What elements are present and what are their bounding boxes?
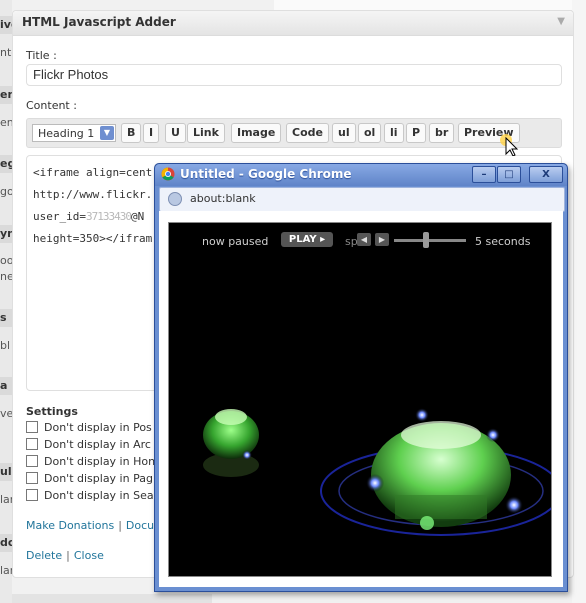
ul-button[interactable]: ul [332,123,356,143]
bold-button[interactable]: B [121,123,142,143]
title-input[interactable]: Flickr Photos [26,64,562,86]
format-select-value: Heading 1 [38,127,95,140]
sidebar-item: oo [0,254,12,267]
speed-slider[interactable] [394,239,466,242]
cursor-icon [500,134,519,156]
chrome-titlebar[interactable]: Untitled - Google Chrome – □ X [155,164,567,186]
sidebar-item: en [0,116,12,129]
sidebar-item[interactable]: yn [0,225,12,243]
option-label: Don't display in Arc [44,438,151,451]
settings-option[interactable]: Don't display in Pos [26,421,152,434]
editor-toolbar: Heading 1 ▼ B I U Link Image Code ul ol … [26,118,562,148]
code-button[interactable]: Code [286,123,329,143]
title-label: Title : [26,49,57,62]
chrome-window: Untitled - Google Chrome – □ X about:bla… [154,163,568,592]
widget-title: HTML Javascript Adder [22,15,176,29]
code-line-tail: @N [130,210,145,223]
chevron-down-icon[interactable]: ▼ [100,126,114,140]
slideshow-photo [169,255,551,576]
checkbox[interactable] [26,472,38,484]
code-line: http://www.flickr. [33,188,153,201]
settings-option[interactable]: Don't display in Hon [26,455,155,468]
next-icon[interactable]: ▶ [375,233,389,246]
content-label: Content : [26,99,77,112]
underline-button[interactable]: U [165,123,186,143]
sidebar-item: nte [0,46,12,59]
address-bar[interactable]: about:blank [159,187,565,212]
close-button[interactable]: X [529,166,563,183]
image-button[interactable]: Image [231,123,282,143]
sidebar-item: bl [0,339,11,352]
italic-button[interactable]: I [143,123,160,143]
widget-header[interactable]: HTML Javascript Adder ▼ [13,11,573,36]
settings-option[interactable]: Don't display in Sea [26,489,154,502]
delete-link[interactable]: Delete [26,549,62,562]
settings-option[interactable]: Don't display in Arc [26,438,151,451]
code-line-text: user_id= [33,210,86,223]
speed-slider-handle[interactable] [423,232,430,248]
option-label: Don't display in Pag [44,472,153,485]
sidebar-item[interactable]: ene [0,86,12,104]
option-label: Don't display in Sea [44,489,154,502]
interval-label: 5 seconds [475,235,531,248]
sidebar-item: ne [0,270,12,283]
li-button[interactable]: li [384,123,404,143]
link-button[interactable]: Link [187,123,225,143]
docs-link[interactable]: Docu [126,519,154,532]
chrome-logo-icon [161,167,175,181]
sidebar-item: lar [0,564,12,577]
checkbox[interactable] [26,455,38,467]
settings-title: Settings [26,405,78,418]
chrome-title: Untitled - Google Chrome [180,167,352,181]
sidebar-item: go [0,185,12,198]
option-label: Don't display in Pos [44,421,152,434]
sidebar-item: ve [0,407,12,420]
code-line: <iframe align=cent [33,166,153,179]
actions-row: Delete | Close [26,549,104,562]
player-status: now paused [202,235,269,248]
maximize-button[interactable]: □ [497,166,521,183]
chevron-down-icon[interactable]: ▼ [557,16,565,27]
background-strip-bottom [0,594,212,603]
close-link[interactable]: Close [74,549,104,562]
sidebar-item[interactable]: eg [0,155,12,173]
settings-option[interactable]: Don't display in Pag [26,472,153,485]
sidebar-item[interactable]: s [0,309,12,327]
globe-icon [168,192,182,206]
url-text: about:blank [190,192,256,205]
links-row: Make Donations | Docu [26,519,154,532]
minimize-button[interactable]: – [472,166,496,183]
flickr-slideshow: now paused PLAY ▸ spe ◀ ▶ 5 seconds [168,222,552,577]
separator: | [66,549,70,562]
code-line: height=350></ifram [33,232,153,245]
prev-icon[interactable]: ◀ [357,233,371,246]
checkbox[interactable] [26,421,38,433]
checkbox[interactable] [26,438,38,450]
paragraph-button[interactable]: P [406,123,427,143]
sidebar-item: lar [0,493,12,506]
play-button[interactable]: PLAY ▸ [281,232,333,247]
background-strip-right [572,0,586,603]
sidebar-item[interactable]: do [0,534,12,552]
chrome-content: now paused PLAY ▸ spe ◀ ▶ 5 seconds [159,211,563,587]
sidebar-item[interactable]: ula [0,463,12,481]
option-label: Don't display in Hon [44,455,156,468]
sidebar-item[interactable]: a [0,377,12,395]
code-line: user_id=37133430@N [33,210,144,223]
donations-link[interactable]: Make Donations [26,519,114,532]
ol-button[interactable]: ol [358,123,382,143]
br-button[interactable]: br [429,123,455,143]
blurred-user-id: 37133430 [85,210,132,223]
separator: | [118,519,122,532]
sidebar: ive nte ene en eg go yn oo ne s bl a ve … [0,0,12,603]
sidebar-item[interactable]: ive [0,16,12,34]
checkbox[interactable] [26,489,38,501]
format-select[interactable]: Heading 1 ▼ [32,124,116,142]
